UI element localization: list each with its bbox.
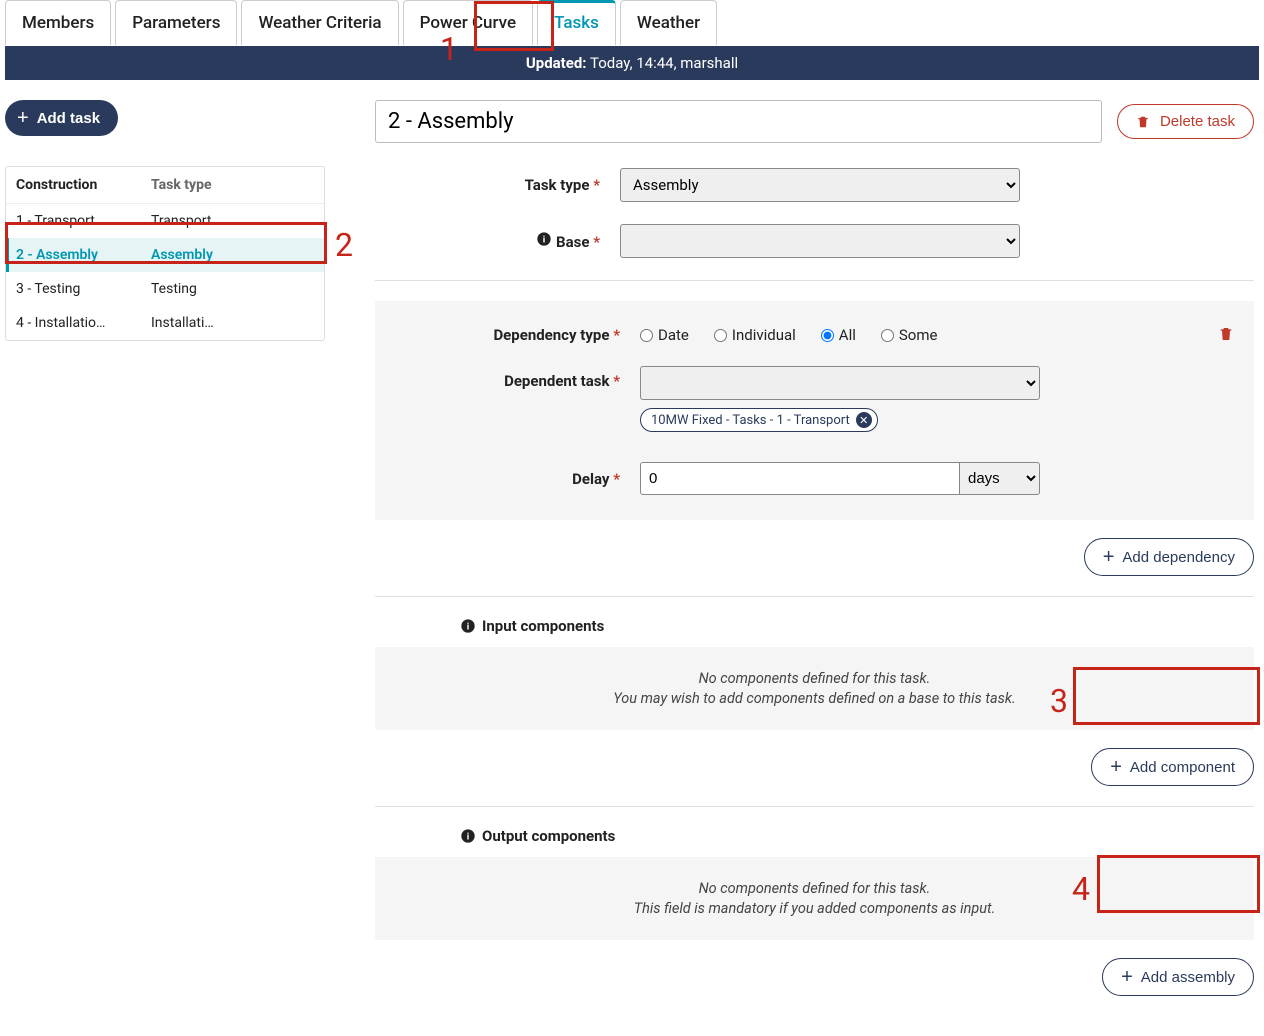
main-panel: Delete task Task type * Assembly i Base … bbox=[375, 100, 1259, 996]
dependent-task-label: Dependent task * bbox=[395, 366, 620, 390]
tab-members[interactable]: Members bbox=[5, 0, 111, 45]
delay-input[interactable] bbox=[640, 462, 960, 495]
task-type: Assembly bbox=[151, 247, 314, 263]
annotation-number: 2 bbox=[335, 226, 353, 264]
info-icon: i bbox=[536, 231, 552, 247]
chip-label: 10MW Fixed - Tasks - 1 - Transport bbox=[651, 413, 850, 428]
annotation-number: 3 bbox=[1050, 682, 1068, 720]
input-components-heading: i Input components bbox=[460, 617, 1254, 635]
add-component-button[interactable]: + Add component bbox=[1091, 748, 1254, 786]
base-select[interactable] bbox=[620, 224, 1020, 258]
task-col-type: Task type bbox=[151, 177, 314, 193]
radio-individual[interactable]: Individual bbox=[714, 326, 796, 344]
add-component-label: Add component bbox=[1130, 759, 1235, 776]
delete-dependency-button[interactable] bbox=[1218, 326, 1234, 346]
main-tabs: Members Parameters Weather Criteria Powe… bbox=[0, 0, 1264, 46]
delay-unit-select[interactable]: days bbox=[960, 462, 1040, 495]
output-components-heading: i Output components bbox=[460, 827, 1254, 845]
plus-icon: + bbox=[17, 108, 29, 128]
trash-icon bbox=[1136, 115, 1150, 129]
annotation-number: 1 bbox=[440, 30, 458, 68]
chip-remove-icon[interactable]: ✕ bbox=[856, 412, 872, 428]
task-row[interactable]: 3 - Testing Testing bbox=[6, 272, 324, 306]
annotation-number: 4 bbox=[1072, 870, 1090, 908]
task-type: Testing bbox=[151, 281, 314, 297]
task-row[interactable]: 4 - Installatio… Installati… bbox=[6, 306, 324, 340]
radio-date[interactable]: Date bbox=[640, 326, 689, 344]
add-assembly-button[interactable]: + Add assembly bbox=[1102, 958, 1254, 996]
updated-bar: Updated: Today, 14:44, marshall bbox=[5, 46, 1259, 80]
task-list-header: Construction Task type bbox=[6, 167, 324, 204]
input-components-empty: No components defined for this task. You… bbox=[375, 647, 1254, 730]
task-col-construction: Construction bbox=[16, 177, 151, 193]
base-label: i Base * bbox=[375, 231, 600, 251]
sidebar: + Add task Construction Task type 1 - Tr… bbox=[5, 100, 325, 996]
task-type: Installati… bbox=[151, 315, 314, 331]
task-title-input[interactable] bbox=[375, 100, 1102, 143]
add-dependency-button[interactable]: + Add dependency bbox=[1084, 538, 1254, 576]
svg-text:i: i bbox=[467, 831, 469, 842]
task-row[interactable]: 1 - Transport Transport bbox=[6, 204, 324, 238]
task-type-select[interactable]: Assembly bbox=[620, 168, 1020, 202]
trash-icon bbox=[1218, 326, 1234, 342]
dependent-task-select[interactable] bbox=[640, 366, 1040, 400]
info-icon: i bbox=[460, 828, 476, 844]
info-icon: i bbox=[460, 618, 476, 634]
delete-task-label: Delete task bbox=[1160, 113, 1235, 130]
updated-label: Updated: bbox=[526, 54, 587, 72]
tab-parameters[interactable]: Parameters bbox=[115, 0, 237, 45]
radio-some[interactable]: Some bbox=[881, 326, 938, 344]
tab-tasks[interactable]: Tasks bbox=[537, 0, 616, 45]
tab-weather-criteria[interactable]: Weather Criteria bbox=[241, 0, 398, 45]
delay-label: Delay * bbox=[395, 470, 620, 488]
task-type: Transport bbox=[151, 213, 314, 229]
svg-text:i: i bbox=[467, 621, 469, 632]
add-assembly-label: Add assembly bbox=[1141, 969, 1235, 986]
plus-icon: + bbox=[1110, 757, 1122, 777]
dependent-task-chip: 10MW Fixed - Tasks - 1 - Transport ✕ bbox=[640, 408, 878, 432]
delete-task-button[interactable]: Delete task bbox=[1117, 104, 1254, 139]
updated-value: Today, 14:44, marshall bbox=[590, 54, 738, 72]
output-components-empty: No components defined for this task. Thi… bbox=[375, 857, 1254, 940]
tab-weather[interactable]: Weather bbox=[620, 0, 717, 45]
svg-text:i: i bbox=[543, 234, 545, 245]
task-name: 3 - Testing bbox=[16, 281, 151, 297]
plus-icon: + bbox=[1103, 547, 1115, 567]
task-list: Construction Task type 1 - Transport Tra… bbox=[5, 166, 325, 341]
task-name: 4 - Installatio… bbox=[16, 315, 151, 331]
tab-power-curve[interactable]: Power Curve bbox=[403, 0, 534, 45]
task-type-label: Task type * bbox=[375, 176, 600, 194]
base-row: i Base * bbox=[375, 224, 1254, 258]
task-row[interactable]: 2 - Assembly Assembly bbox=[6, 238, 324, 272]
add-dependency-label: Add dependency bbox=[1122, 549, 1235, 566]
radio-all[interactable]: All bbox=[821, 326, 856, 344]
dependency-type-label: Dependency type * bbox=[395, 326, 620, 344]
add-task-label: Add task bbox=[37, 110, 100, 127]
plus-icon: + bbox=[1121, 967, 1133, 987]
task-type-row: Task type * Assembly bbox=[375, 168, 1254, 202]
dependency-type-radios: Date Individual All Some bbox=[640, 326, 937, 344]
add-task-button[interactable]: + Add task bbox=[5, 100, 118, 136]
task-name: 2 - Assembly bbox=[16, 247, 151, 263]
task-name: 1 - Transport bbox=[16, 213, 151, 229]
dependency-box: Dependency type * Date Individual All So… bbox=[375, 301, 1254, 520]
